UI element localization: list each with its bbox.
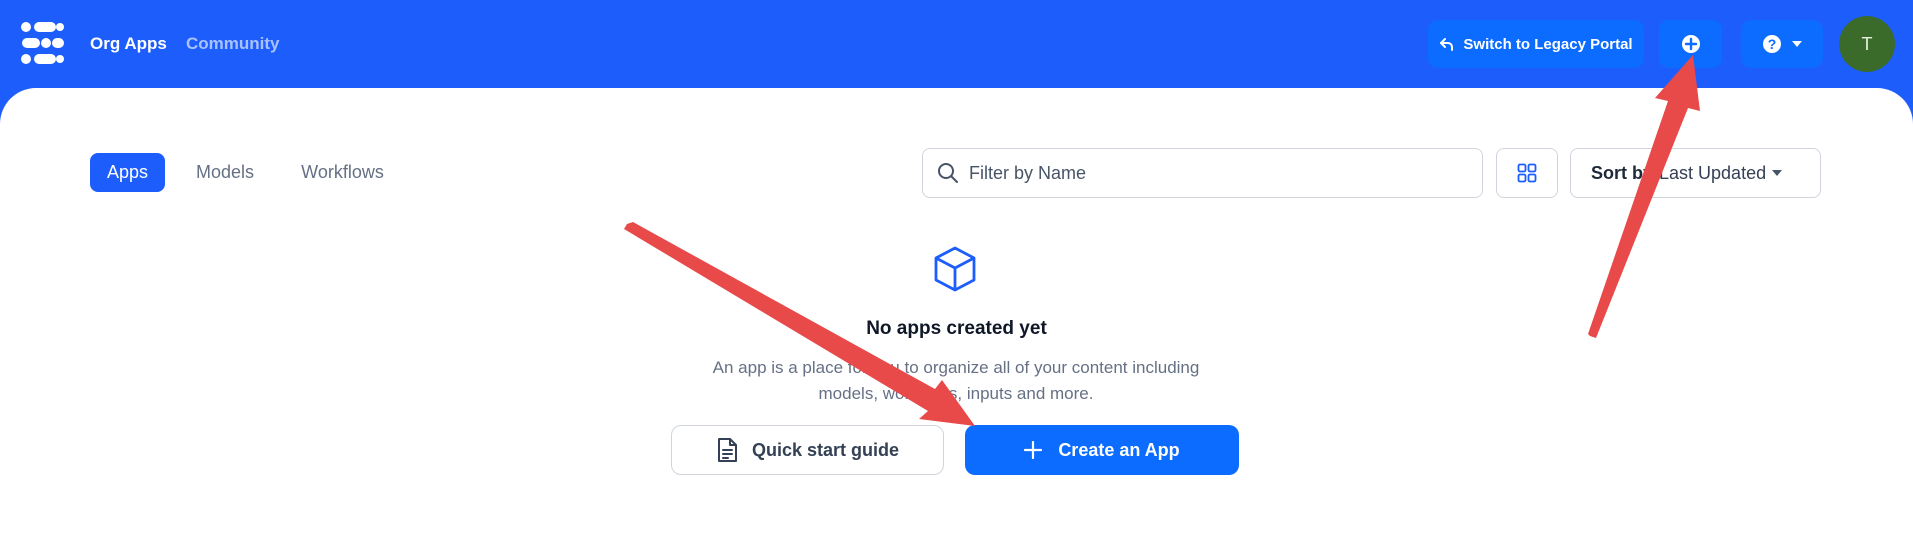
switch-legacy-portal-button[interactable]: Switch to Legacy Portal (1428, 20, 1644, 68)
quick-start-guide-button[interactable]: Quick start guide (671, 425, 944, 475)
grid-view-button[interactable] (1496, 148, 1558, 198)
legacy-button-label: Switch to Legacy Portal (1463, 35, 1633, 53)
help-menu-button[interactable]: ? (1741, 20, 1823, 68)
nav-community[interactable]: Community (186, 34, 280, 54)
create-app-label: Create an App (1058, 439, 1180, 460)
avatar[interactable]: T (1839, 16, 1895, 72)
nav-org-apps[interactable]: Org Apps (90, 34, 167, 54)
grid-view-icon (1517, 163, 1537, 183)
search-box (922, 148, 1483, 198)
sort-value-label: Last Updated (1659, 162, 1767, 183)
question-circle-icon: ? (1763, 35, 1781, 53)
empty-state-title: No apps created yet (866, 318, 1047, 339)
document-icon (717, 438, 737, 462)
tab-models[interactable]: Models (190, 153, 260, 192)
clarifai-logo-icon[interactable] (20, 20, 66, 66)
search-icon (938, 163, 958, 183)
chevron-down-icon (1792, 41, 1802, 47)
empty-state-description: An app is a place for you to organize al… (712, 358, 1200, 403)
chevron-down-icon (1772, 170, 1783, 176)
undo-arrow-icon (1440, 38, 1454, 51)
tab-apps[interactable]: Apps (90, 153, 165, 192)
plus-circle-icon (1681, 35, 1700, 53)
svg-text:?: ? (1768, 36, 1777, 52)
sort-prefix-label: Sort by (1591, 162, 1654, 183)
cube-icon (934, 246, 976, 292)
add-button[interactable] (1659, 20, 1722, 68)
search-input[interactable] (969, 162, 1449, 184)
plus-icon (1024, 441, 1043, 459)
create-app-button[interactable]: Create an App (965, 425, 1239, 475)
tab-workflows[interactable]: Workflows (295, 153, 390, 192)
top-header: Org Apps Community Switch to Legacy Port… (0, 0, 1913, 90)
sort-dropdown[interactable]: Sort by Last Updated (1570, 148, 1821, 198)
quick-start-label: Quick start guide (751, 439, 900, 460)
